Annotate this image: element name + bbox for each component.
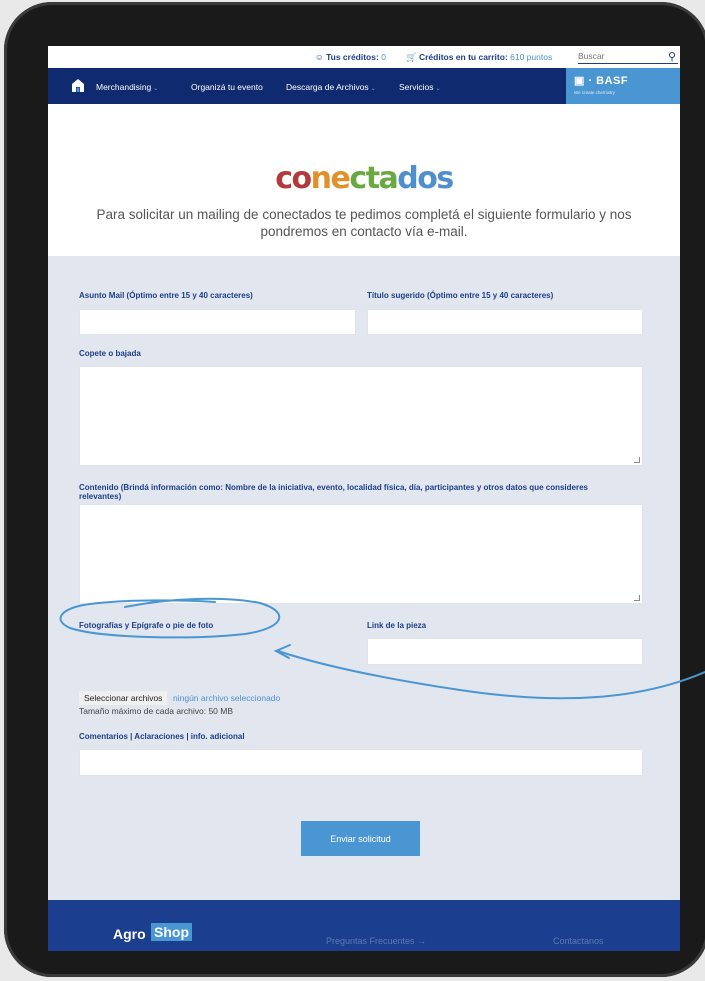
cart-value: 610 puntos xyxy=(510,52,553,62)
credits-label: Tus créditos: xyxy=(326,52,379,62)
arrow-right-icon: → xyxy=(417,936,427,946)
basf-mark: ▣ · BASF xyxy=(574,75,629,87)
nav-label: Descarga de Archivos xyxy=(286,82,369,92)
basf-logo[interactable]: ▣ · BASF We create chemistry xyxy=(566,68,680,104)
titulo-label: Título sugerido (Óptimo entre 15 y 40 ca… xyxy=(367,291,554,300)
conectados-logo: conectados xyxy=(48,161,680,196)
submit-button[interactable]: Enviar solicitud xyxy=(301,821,420,856)
contenido-label: Contenido (Brindá información como: Nomb… xyxy=(79,483,588,501)
resize-handle[interactable] xyxy=(634,595,640,601)
resize-handle[interactable] xyxy=(634,457,640,463)
logo-letter: n xyxy=(310,161,332,196)
search-input[interactable] xyxy=(578,49,658,61)
nav-label: Servicios xyxy=(399,82,434,92)
nav-item-servicios[interactable]: Servicios ⌄ xyxy=(399,82,441,92)
main-nav: Merchandising ⌄ Organizá tu evento Descar… xyxy=(48,68,680,104)
asunto-label: Asunto Mail (Óptimo entre 15 y 40 caract… xyxy=(79,291,253,300)
credits-value: 0 xyxy=(381,52,386,62)
search-box: ⚲ xyxy=(578,49,678,64)
utility-bar: ☺ Tus créditos: 0 🛒 Créditos en tu carri… xyxy=(48,46,680,68)
logo-letter: e xyxy=(330,161,351,196)
credits-link[interactable]: ☺ Tus créditos: 0 xyxy=(315,52,386,62)
copete-label: Copete o bajada xyxy=(79,349,141,358)
nav-label: Merchandising xyxy=(96,82,152,92)
chevron-down-icon: ⌄ xyxy=(153,86,159,92)
contenido-field[interactable] xyxy=(79,504,643,604)
basf-tagline: We create chemistry xyxy=(574,90,615,95)
cart-link[interactable]: 🛒 Créditos en tu carrito: 610 puntos xyxy=(406,52,552,63)
link-label: Link de la pieza xyxy=(367,621,427,630)
tablet-frame: ☺ Tus créditos: 0 🛒 Créditos en tu carri… xyxy=(4,2,705,977)
home-icon[interactable] xyxy=(70,77,86,93)
user-icon: ☺ xyxy=(315,52,324,62)
contact-link[interactable]: Contactanos xyxy=(553,936,604,946)
chevron-down-icon: ⌄ xyxy=(370,86,376,92)
footer: Agro Shop Preguntas Frecuentes → Contact… xyxy=(48,900,680,951)
agroshop-logo-shop: Shop xyxy=(151,923,192,941)
logo-letter: c xyxy=(275,161,293,196)
file-status: ningún archivo seleccionado xyxy=(173,693,281,703)
asunto-field[interactable] xyxy=(79,309,356,335)
titulo-field[interactable] xyxy=(367,309,643,335)
logo-letter: s xyxy=(436,161,454,196)
nav-item-organiza[interactable]: Organizá tu evento xyxy=(191,82,263,92)
select-files-button[interactable]: Seleccionar archivos xyxy=(79,691,168,705)
agroshop-logo-agro: Agro xyxy=(113,926,146,942)
file-size-note: Tamaño máximo de cada archivo: 50 MB xyxy=(79,706,234,716)
logo-letter: o xyxy=(291,161,313,196)
logo-letter: t xyxy=(365,161,380,196)
fotos-label: Fotografías y Epígrafe o pie de foto xyxy=(79,621,214,630)
search-icon[interactable]: ⚲ xyxy=(668,50,676,63)
nav-item-merchandising[interactable]: Merchandising ⌄ xyxy=(96,82,158,92)
nav-label: Organizá tu evento xyxy=(191,82,263,92)
logo-letter: a xyxy=(378,161,399,196)
copete-field[interactable] xyxy=(79,366,643,466)
comentarios-label: Comentarios | Aclaraciones | info. adici… xyxy=(79,732,245,741)
logo-letter: o xyxy=(417,161,438,196)
cart-icon: 🛒 xyxy=(406,52,417,62)
logo-letter: d xyxy=(397,161,418,196)
chevron-down-icon: ⌄ xyxy=(435,86,441,92)
nav-item-descarga[interactable]: Descarga de Archivos ⌄ xyxy=(286,82,376,92)
link-field[interactable] xyxy=(367,638,643,665)
intro-text: Para solicitar un mailing de conectados … xyxy=(96,207,632,239)
logo-letter: c xyxy=(349,161,367,196)
comentarios-field[interactable] xyxy=(79,749,643,776)
browser-screen: ☺ Tus créditos: 0 🛒 Créditos en tu carri… xyxy=(48,46,680,951)
cart-label: Créditos en tu carrito: xyxy=(418,52,508,62)
faq-link[interactable]: Preguntas Frecuentes → xyxy=(326,936,426,946)
